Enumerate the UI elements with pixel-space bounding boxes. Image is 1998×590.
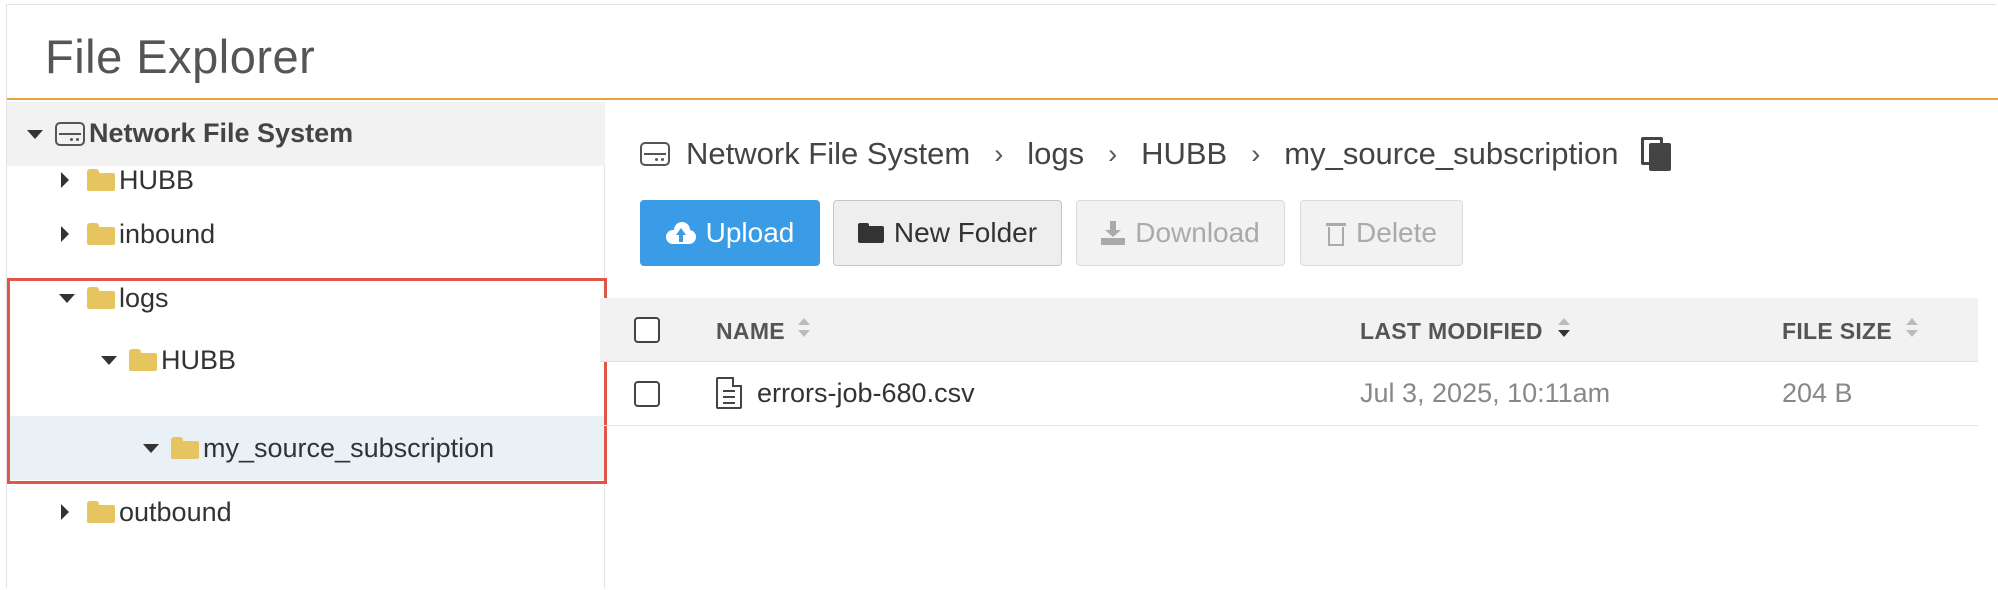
upload-label: Upload	[705, 217, 795, 248]
header: File Explorer	[7, 5, 1998, 100]
folder-icon	[857, 223, 884, 243]
delete-button[interactable]: Delete	[1300, 200, 1463, 266]
download-label: Download	[1135, 217, 1260, 248]
tree-item-inbound[interactable]: inbound	[7, 216, 605, 252]
folder-icon	[87, 501, 115, 523]
file-modified: Jul 3, 2025, 10:11am	[1360, 378, 1611, 408]
folder-icon	[87, 169, 115, 191]
folder-icon	[87, 223, 115, 245]
download-icon	[1101, 221, 1126, 245]
select-all-checkbox[interactable]	[634, 317, 660, 343]
column-last-modified[interactable]: LAST MODIFIED	[1360, 318, 1543, 345]
tree-root[interactable]: Network File System	[7, 102, 605, 166]
breadcrumb-item[interactable]: logs	[1027, 136, 1084, 172]
breadcrumb-separator: ›	[1108, 138, 1118, 169]
file-size: 204 B	[1782, 378, 1853, 408]
caret-right-icon[interactable]	[61, 226, 69, 242]
column-name[interactable]: NAME	[716, 318, 785, 345]
row-checkbox[interactable]	[634, 381, 660, 407]
tree-item-label: outbound	[119, 497, 232, 527]
cloud-upload-icon	[665, 222, 696, 244]
tree-item-hubb[interactable]: HUBB	[7, 162, 605, 198]
new-folder-button[interactable]: New Folder	[833, 200, 1062, 266]
file-explorer-window: File Explorer Network File System HUBB i…	[6, 4, 1998, 589]
file-icon	[716, 377, 742, 409]
sort-desc-icon[interactable]	[1558, 318, 1570, 340]
tree-item-label: inbound	[119, 219, 216, 249]
table-row[interactable]: errors-job-680.csv Jul 3, 2025, 10:11am …	[600, 362, 1978, 426]
table-header: NAME LAST MODIFIED FILE SIZE	[600, 298, 1978, 362]
sort-icon[interactable]	[798, 318, 810, 340]
tree-item-label: HUBB	[119, 165, 195, 195]
breadcrumb-separator: ›	[1251, 138, 1261, 169]
sort-icon[interactable]	[1906, 318, 1918, 340]
upload-button[interactable]: Upload	[640, 200, 820, 266]
page-title: File Explorer	[45, 30, 316, 83]
delete-label: Delete	[1356, 217, 1437, 248]
caret-down-icon[interactable]	[27, 130, 43, 139]
caret-right-icon[interactable]	[61, 172, 69, 188]
breadcrumb-item[interactable]: my_source_subscription	[1284, 136, 1618, 172]
breadcrumb-item[interactable]: HUBB	[1141, 136, 1227, 172]
breadcrumb-item[interactable]: Network File System	[686, 136, 970, 172]
tree-item-outbound[interactable]: outbound	[7, 494, 605, 530]
column-file-size[interactable]: FILE SIZE	[1782, 318, 1892, 345]
drive-icon	[640, 142, 670, 166]
breadcrumb-separator: ›	[994, 138, 1004, 169]
folder-tree: Network File System HUBB inbound logs HU…	[7, 102, 607, 589]
trash-icon	[1326, 221, 1347, 246]
highlight-annotation	[7, 278, 607, 484]
caret-right-icon[interactable]	[61, 504, 69, 520]
drive-icon	[55, 122, 85, 146]
breadcrumb: Network File System › logs › HUBB › my_s…	[640, 136, 1671, 172]
new-folder-label: New Folder	[893, 217, 1038, 248]
download-button[interactable]: Download	[1076, 200, 1285, 266]
tree-root-label: Network File System	[89, 118, 354, 148]
file-name[interactable]: errors-job-680.csv	[757, 378, 975, 409]
copy-path-icon[interactable]	[1640, 137, 1671, 171]
